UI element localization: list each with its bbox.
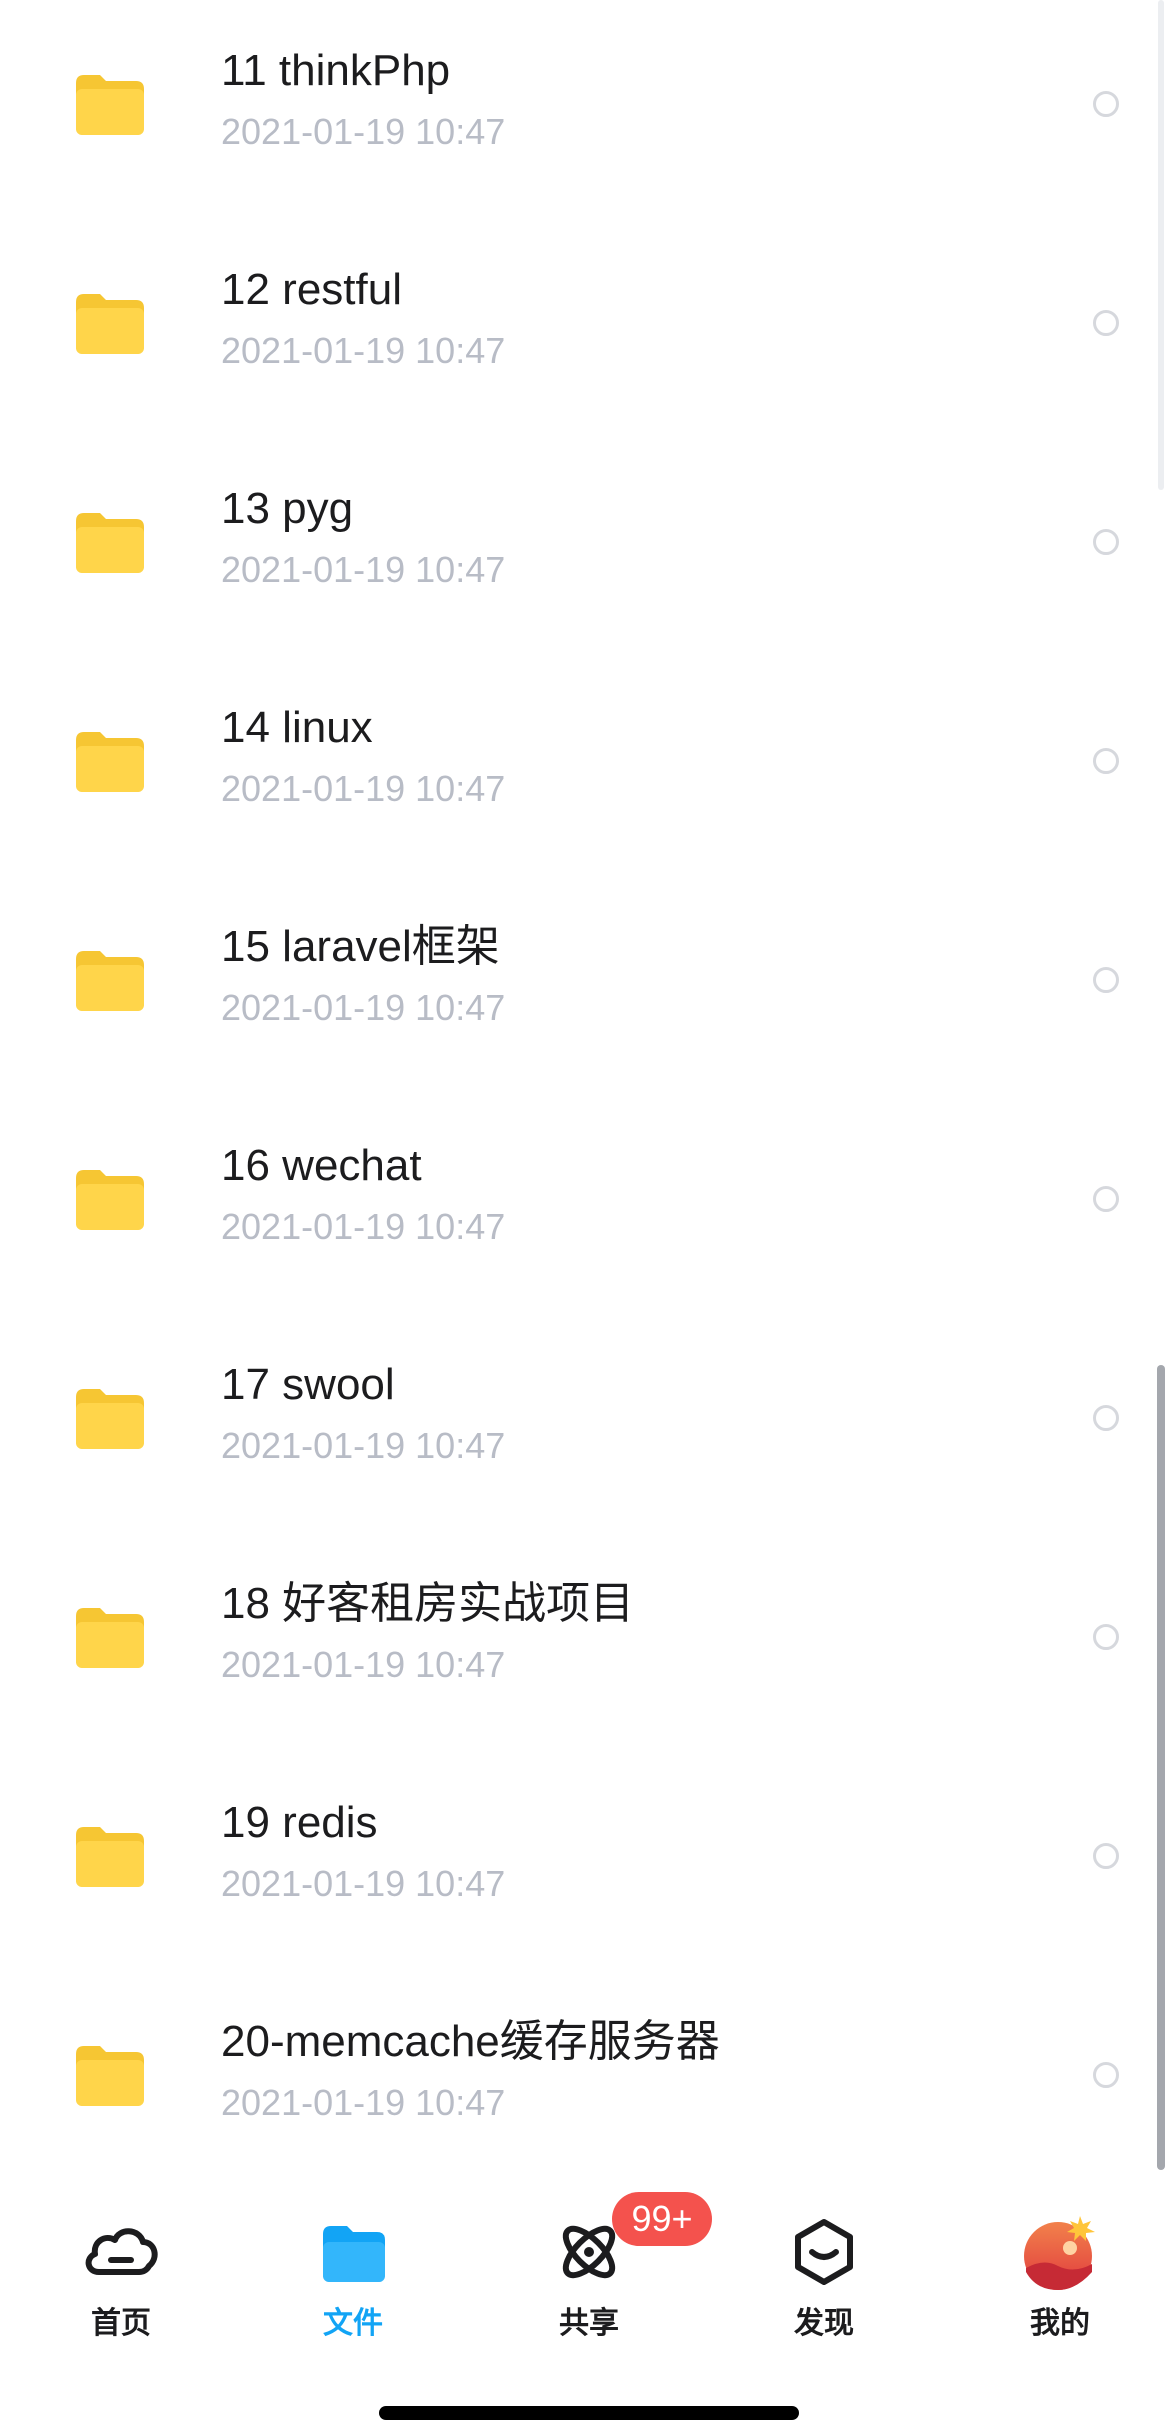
share-badge: 99+ <box>612 2192 712 2246</box>
file-name: 20-memcache缓存服务器 <box>221 2017 720 2066</box>
scrollbar-thumb[interactable] <box>1157 1365 1165 2170</box>
list-item[interactable]: 14 linux 2021-01-19 10:47 <box>0 642 1160 861</box>
file-name: 15 laravel框架 <box>221 922 500 971</box>
file-date: 2021-01-19 10:47 <box>221 987 506 1028</box>
list-item[interactable]: 12 restful 2021-01-19 10:47 <box>0 204 1160 423</box>
list-item[interactable]: 16 wechat 2021-01-19 10:47 <box>0 1080 1160 1299</box>
folder-icon <box>76 75 144 135</box>
list-item[interactable]: 15 laravel框架 2021-01-19 10:47 <box>0 861 1160 1080</box>
folder-icon <box>76 1608 144 1668</box>
folder-icon <box>76 1389 144 1449</box>
list-item[interactable]: 13 pyg 2021-01-19 10:47 <box>0 423 1160 642</box>
file-name: 12 restful <box>221 265 402 314</box>
folder-icon <box>76 951 144 1011</box>
select-checkbox[interactable] <box>1093 1843 1119 1869</box>
select-checkbox[interactable] <box>1093 310 1119 336</box>
file-date: 2021-01-19 10:47 <box>221 330 506 371</box>
select-checkbox[interactable] <box>1093 2062 1119 2088</box>
tab-discover[interactable]: 发现 <box>744 2212 904 2352</box>
tab-label: 发现 <box>794 2307 854 2340</box>
file-date: 2021-01-19 10:47 <box>221 768 506 809</box>
list-item[interactable]: 18 好客租房实战项目 2021-01-19 10:47 <box>0 1518 1160 1737</box>
select-checkbox[interactable] <box>1093 529 1119 555</box>
bottom-tab-bar: 首页 文件 共享 发现 我的 <box>0 2172 1170 2436</box>
select-checkbox[interactable] <box>1093 748 1119 774</box>
tab-label: 共享 <box>559 2307 619 2340</box>
select-checkbox[interactable] <box>1093 1624 1119 1650</box>
folder-tab-icon <box>313 2212 393 2292</box>
select-checkbox[interactable] <box>1093 1186 1119 1212</box>
file-date: 2021-01-19 10:47 <box>221 1206 506 1247</box>
file-date: 2021-01-19 10:47 <box>221 1644 506 1685</box>
file-name: 17 swool <box>221 1360 395 1409</box>
file-date: 2021-01-19 10:47 <box>221 549 506 590</box>
tab-home[interactable]: 首页 <box>41 2212 201 2352</box>
tab-label: 文件 <box>323 2307 383 2340</box>
select-checkbox[interactable] <box>1093 1405 1119 1431</box>
list-item[interactable]: 19 redis 2021-01-19 10:47 <box>0 1737 1160 1956</box>
file-list[interactable]: 11 thinkPhp 2021-01-19 10:47 12 restful 202… <box>0 0 1170 2170</box>
list-item[interactable]: 11 thinkPhp 2021-01-19 10:47 <box>0 0 1160 204</box>
file-name: 19 redis <box>221 1798 378 1847</box>
app-screen: 11 thinkPhp 2021-01-19 10:47 12 restful 202… <box>0 0 1170 2436</box>
list-item[interactable]: 20-memcache缓存服务器 2021-01-19 10:47 <box>0 1956 1160 2170</box>
file-date: 2021-01-19 10:47 <box>221 1863 506 1904</box>
discover-box-icon <box>784 2212 864 2292</box>
home-indicator[interactable] <box>379 2406 799 2420</box>
avatar-icon <box>1020 2212 1100 2292</box>
tab-label: 首页 <box>91 2307 151 2340</box>
file-date: 2021-01-19 10:47 <box>221 2082 506 2123</box>
file-name: 16 wechat <box>221 1141 422 1190</box>
folder-icon <box>76 732 144 792</box>
list-item[interactable]: 17 swool 2021-01-19 10:47 <box>0 1299 1160 1518</box>
file-name: 14 linux <box>221 703 373 752</box>
folder-icon <box>76 294 144 354</box>
folder-icon <box>76 513 144 573</box>
folder-icon <box>76 2046 144 2106</box>
tab-mine[interactable]: 我的 <box>980 2212 1140 2352</box>
select-checkbox[interactable] <box>1093 967 1119 993</box>
scrollbar-track-fade <box>1158 0 1164 490</box>
file-name: 13 pyg <box>221 484 354 533</box>
cloud-icon <box>81 2212 161 2292</box>
file-name: 18 好客租房实战项目 <box>221 1579 635 1628</box>
folder-icon <box>76 1827 144 1887</box>
file-date: 2021-01-19 10:47 <box>221 111 506 152</box>
tab-files[interactable]: 文件 <box>273 2212 433 2352</box>
tab-label: 我的 <box>1030 2307 1090 2340</box>
folder-icon <box>76 1170 144 1230</box>
select-checkbox[interactable] <box>1093 91 1119 117</box>
file-date: 2021-01-19 10:47 <box>221 1425 506 1466</box>
file-name: 11 thinkPhp <box>221 46 451 95</box>
